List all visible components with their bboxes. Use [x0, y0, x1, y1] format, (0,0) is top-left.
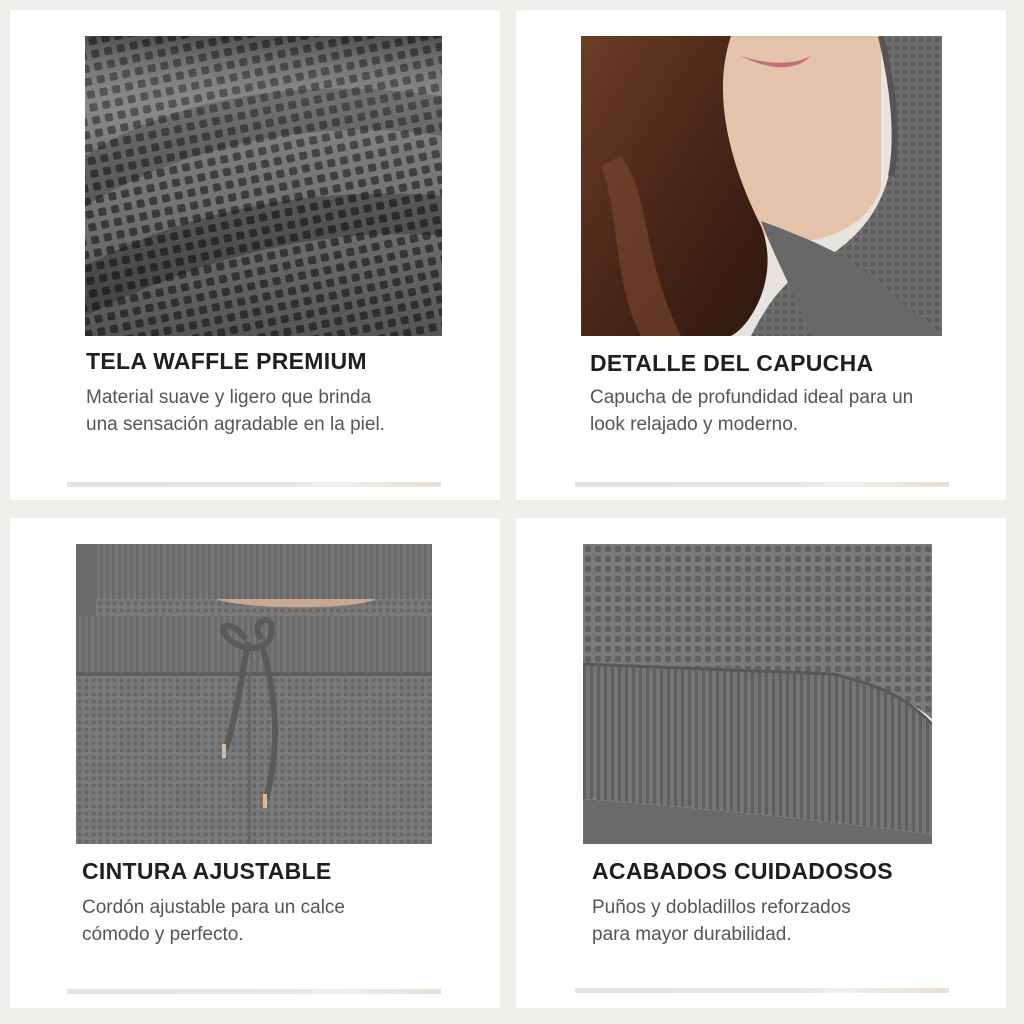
card-description: Puños y dobladillos reforzados para mayo… [592, 897, 851, 945]
card-description: Cordón ajustable para un calce cómodo y … [82, 897, 346, 945]
card-title: CINTURA AJUSTABLE [82, 858, 332, 884]
card-bottom-strip [575, 482, 949, 487]
card-description: Material suave y ligero que brinda una s… [86, 387, 385, 435]
card-bottom-strip [67, 482, 441, 487]
hood-detail-photo [581, 36, 942, 336]
card-bottom-strip [575, 988, 949, 993]
waffle-fabric-photo [85, 36, 442, 336]
feature-card-careful-finishes: ACABADOS CUIDADOSOS Puños y dobladillos … [516, 518, 1006, 1008]
card-description: Capucha de profundidad ideal para un loo… [590, 387, 914, 435]
card-bottom-strip [67, 989, 441, 994]
drawstring-waist-photo [76, 544, 432, 844]
ribbed-cuff-photo [583, 544, 932, 844]
card-title: TELA WAFFLE PREMIUM [86, 348, 367, 374]
feature-card-adjustable-waist: CINTURA AJUSTABLE Cordón ajustable para … [10, 518, 500, 1008]
feature-card-waffle-fabric: TELA WAFFLE PREMIUM Material suave y lig… [10, 10, 500, 500]
card-title: DETALLE DEL CAPUCHA [590, 350, 874, 376]
feature-card-hood-detail: DETALLE DEL CAPUCHA Capucha de profundid… [516, 10, 1006, 500]
card-title: ACABADOS CUIDADOSOS [592, 858, 893, 884]
